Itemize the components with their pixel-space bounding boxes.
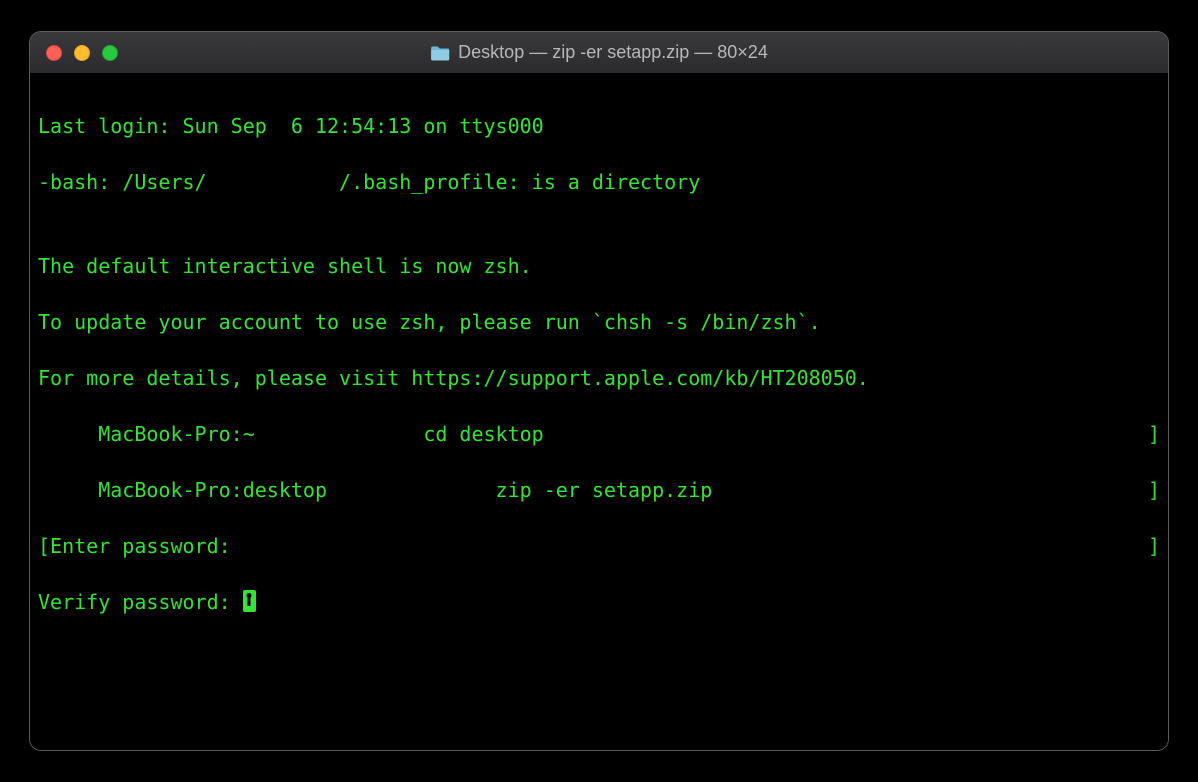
traffic-lights [46, 45, 118, 61]
window-title: Desktop — zip -er setapp.zip — 80×24 [458, 42, 768, 63]
terminal-content[interactable]: Last login: Sun Sep 6 12:54:13 on ttys00… [30, 74, 1168, 750]
close-button[interactable] [46, 45, 62, 61]
prompt-line: MacBook-Pro:desktop zip -er setapp.zip] [38, 476, 1160, 504]
terminal-window: Desktop — zip -er setapp.zip — 80×24 Las… [29, 31, 1169, 751]
bracket-right: ] [1148, 476, 1160, 504]
output-line: To update your account to use zsh, pleas… [38, 308, 1160, 336]
bracket-right: ] [1148, 532, 1160, 560]
prompt-text: MacBook-Pro:desktop zip -er setapp.zip [38, 476, 712, 504]
verify-password-label: Verify password: [38, 590, 243, 614]
output-line: -bash: /Users/ /.bash_profile: is a dire… [38, 168, 1160, 196]
output-line: Last login: Sun Sep 6 12:54:13 on ttys00… [38, 112, 1160, 140]
titlebar: Desktop — zip -er setapp.zip — 80×24 [30, 32, 1168, 74]
zoom-button[interactable] [102, 45, 118, 61]
output-line: The default interactive shell is now zsh… [38, 252, 1160, 280]
output-line: For more details, please visit https://s… [38, 364, 1160, 392]
folder-icon [430, 45, 450, 61]
minimize-button[interactable] [74, 45, 90, 61]
prompt-text: MacBook-Pro:~ cd desktop [38, 420, 544, 448]
enter-password-label: [Enter password: [38, 532, 243, 560]
password-verify-line: Verify password: [38, 588, 1160, 616]
password-enter-line: [Enter password: ] [38, 532, 1160, 560]
key-cursor-icon [243, 590, 256, 612]
prompt-line: MacBook-Pro:~ cd desktop] [38, 420, 1160, 448]
window-title-area: Desktop — zip -er setapp.zip — 80×24 [430, 42, 768, 63]
bracket-right: ] [1148, 420, 1160, 448]
